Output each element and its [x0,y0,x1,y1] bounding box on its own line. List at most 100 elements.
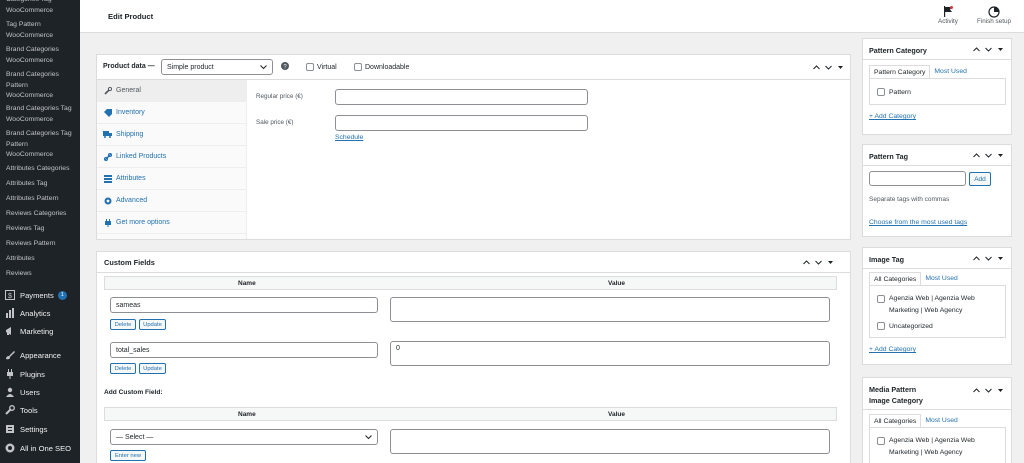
category-checklist: Agenzia Web | Agenzia Web Marketing | We… [869,427,1006,463]
menu-appearance[interactable]: Appearance [0,347,80,363]
tab-most-used[interactable]: Most Used [930,65,970,79]
menu-plugins[interactable]: Plugins [0,366,80,382]
tab-all[interactable]: All Categories [869,272,922,286]
category-item[interactable]: Agenzia Web | Agenzia Web Marketing | We… [877,293,975,317]
product-type-select[interactable]: Simple product [161,59,273,75]
submenu-item[interactable]: Attributes Pattern [6,194,59,205]
submenu-item[interactable]: Reviews [6,269,32,280]
tab-label: Linked Products [116,153,167,160]
media-pattern-box: Media Pattern Image Category All Categor… [862,377,1012,463]
category-tabs: All Categories Most Used [869,414,962,428]
submenu-item[interactable]: Attributes Categories [6,164,69,175]
tab-advanced[interactable]: Advanced [97,190,247,212]
move-up-icon[interactable] [973,387,980,394]
category-item[interactable]: Agenzia Web | Agenzia Web Marketing | We… [877,435,975,459]
finish-setup-button[interactable]: Finish setup [977,5,1011,25]
delete-button[interactable]: Delete [110,319,136,330]
delete-button[interactable]: Delete [110,363,136,374]
help-icon[interactable]: ? [281,62,289,70]
sale-price-input[interactable] [335,115,588,131]
checkbox[interactable] [877,322,885,330]
enter-new-button[interactable]: Enter new [110,450,146,461]
submenu-item[interactable]: Tag Pattern WooCommerce [6,20,53,41]
move-down-icon[interactable] [825,64,832,71]
checkbox[interactable] [877,88,885,96]
users-icon [0,387,20,397]
downloadable-label: Downloadable [365,63,410,71]
page-title: Edit Product [108,12,154,21]
category-item[interactable]: Pattern [877,88,911,96]
menu-settings[interactable]: Settings [0,421,80,437]
tab-all[interactable]: Pattern Category [869,65,931,79]
new-tag-input[interactable] [869,171,966,186]
update-button[interactable]: Update [139,319,166,330]
meta-value-textarea[interactable] [390,297,830,322]
tab-linked-products[interactable]: Linked Products [97,146,247,168]
checkbox[interactable] [877,295,885,303]
submenu-item[interactable]: Categories Tag WooCommerce [6,0,53,16]
move-up-icon[interactable] [803,259,810,266]
move-down-icon[interactable] [985,152,992,159]
menu-analytics[interactable]: Analytics [0,305,80,321]
move-down-icon[interactable] [985,387,992,394]
checkbox[interactable] [306,63,314,71]
add-tag-button[interactable]: Add [969,172,991,186]
submenu-item[interactable]: Attributes [6,254,35,265]
move-up-icon[interactable] [973,255,980,262]
move-down-icon[interactable] [985,46,992,53]
category-item[interactable]: Uncategorized [877,322,933,330]
menu-tools[interactable]: Tools [0,402,80,418]
toggle-panel-icon[interactable] [997,255,1004,262]
add-category-link[interactable]: + Add Category [869,113,916,120]
tab-all[interactable]: All Categories [869,414,922,428]
menu-marketing[interactable]: Marketing [0,323,80,339]
new-meta-value-textarea[interactable] [390,429,830,454]
tab-general[interactable]: General [97,80,247,102]
menu-label: Payments [20,290,54,300]
tab-get-more-options[interactable]: Get more options [97,212,247,234]
submenu-item[interactable]: Brand Categories Pattern WooCommerce [6,70,59,102]
tab-most-used[interactable]: Most Used [921,272,961,286]
tab-label: Shipping [116,131,144,138]
move-down-icon[interactable] [815,259,822,266]
menu-aioseo[interactable]: All in One SEO [0,440,80,456]
tab-attributes[interactable]: Attributes [97,168,247,190]
submenu-item[interactable]: Reviews Categories [6,209,66,220]
move-up-icon[interactable] [813,64,820,71]
submenu-item[interactable]: Attributes Tag [6,179,47,190]
meta-key-input[interactable]: sameas [110,297,378,313]
tab-shipping[interactable]: Shipping [97,124,247,146]
checkbox[interactable] [877,437,885,445]
submenu-item[interactable]: Brand Categories Tag WooCommerce [6,104,72,125]
submenu-item[interactable]: Brand Categories WooCommerce [6,45,59,66]
submenu-item[interactable]: Reviews Pattern [6,239,56,250]
regular-price-input[interactable] [335,89,588,105]
menu-users[interactable]: Users [0,384,80,400]
meta-value-textarea[interactable]: 0 [390,341,830,366]
tag-icon [101,108,114,117]
menu-payments[interactable]: $ Payments 1 [0,287,80,303]
update-button[interactable]: Update [139,363,166,374]
checkbox[interactable] [354,63,362,71]
toggle-panel-icon[interactable] [997,387,1004,394]
regular-price-label: Regular price (€) [256,93,303,100]
virtual-checkbox[interactable]: Virtual [306,63,337,71]
move-down-icon[interactable] [985,255,992,262]
choose-most-used-link[interactable]: Choose from the most used tags [869,219,967,226]
toggle-panel-icon[interactable] [837,64,844,71]
meta-key-select[interactable]: — Select — [110,429,378,445]
add-category-link[interactable]: + Add Category [869,346,916,353]
toggle-panel-icon[interactable] [827,259,834,266]
activity-button[interactable]: Activity [938,5,958,25]
submenu-item[interactable]: Reviews Tag [6,224,44,235]
toggle-panel-icon[interactable] [997,152,1004,159]
meta-key-input[interactable]: total_sales [110,342,378,358]
toggle-panel-icon[interactable] [997,46,1004,53]
tab-inventory[interactable]: Inventory [97,102,247,124]
move-up-icon[interactable] [973,152,980,159]
schedule-link[interactable]: Schedule [335,134,363,141]
move-up-icon[interactable] [973,46,980,53]
submenu-item[interactable]: Brand Categories Tag Pattern WooCommerce [6,129,72,161]
tab-most-used[interactable]: Most Used [921,414,961,428]
downloadable-checkbox[interactable]: Downloadable [354,63,409,71]
